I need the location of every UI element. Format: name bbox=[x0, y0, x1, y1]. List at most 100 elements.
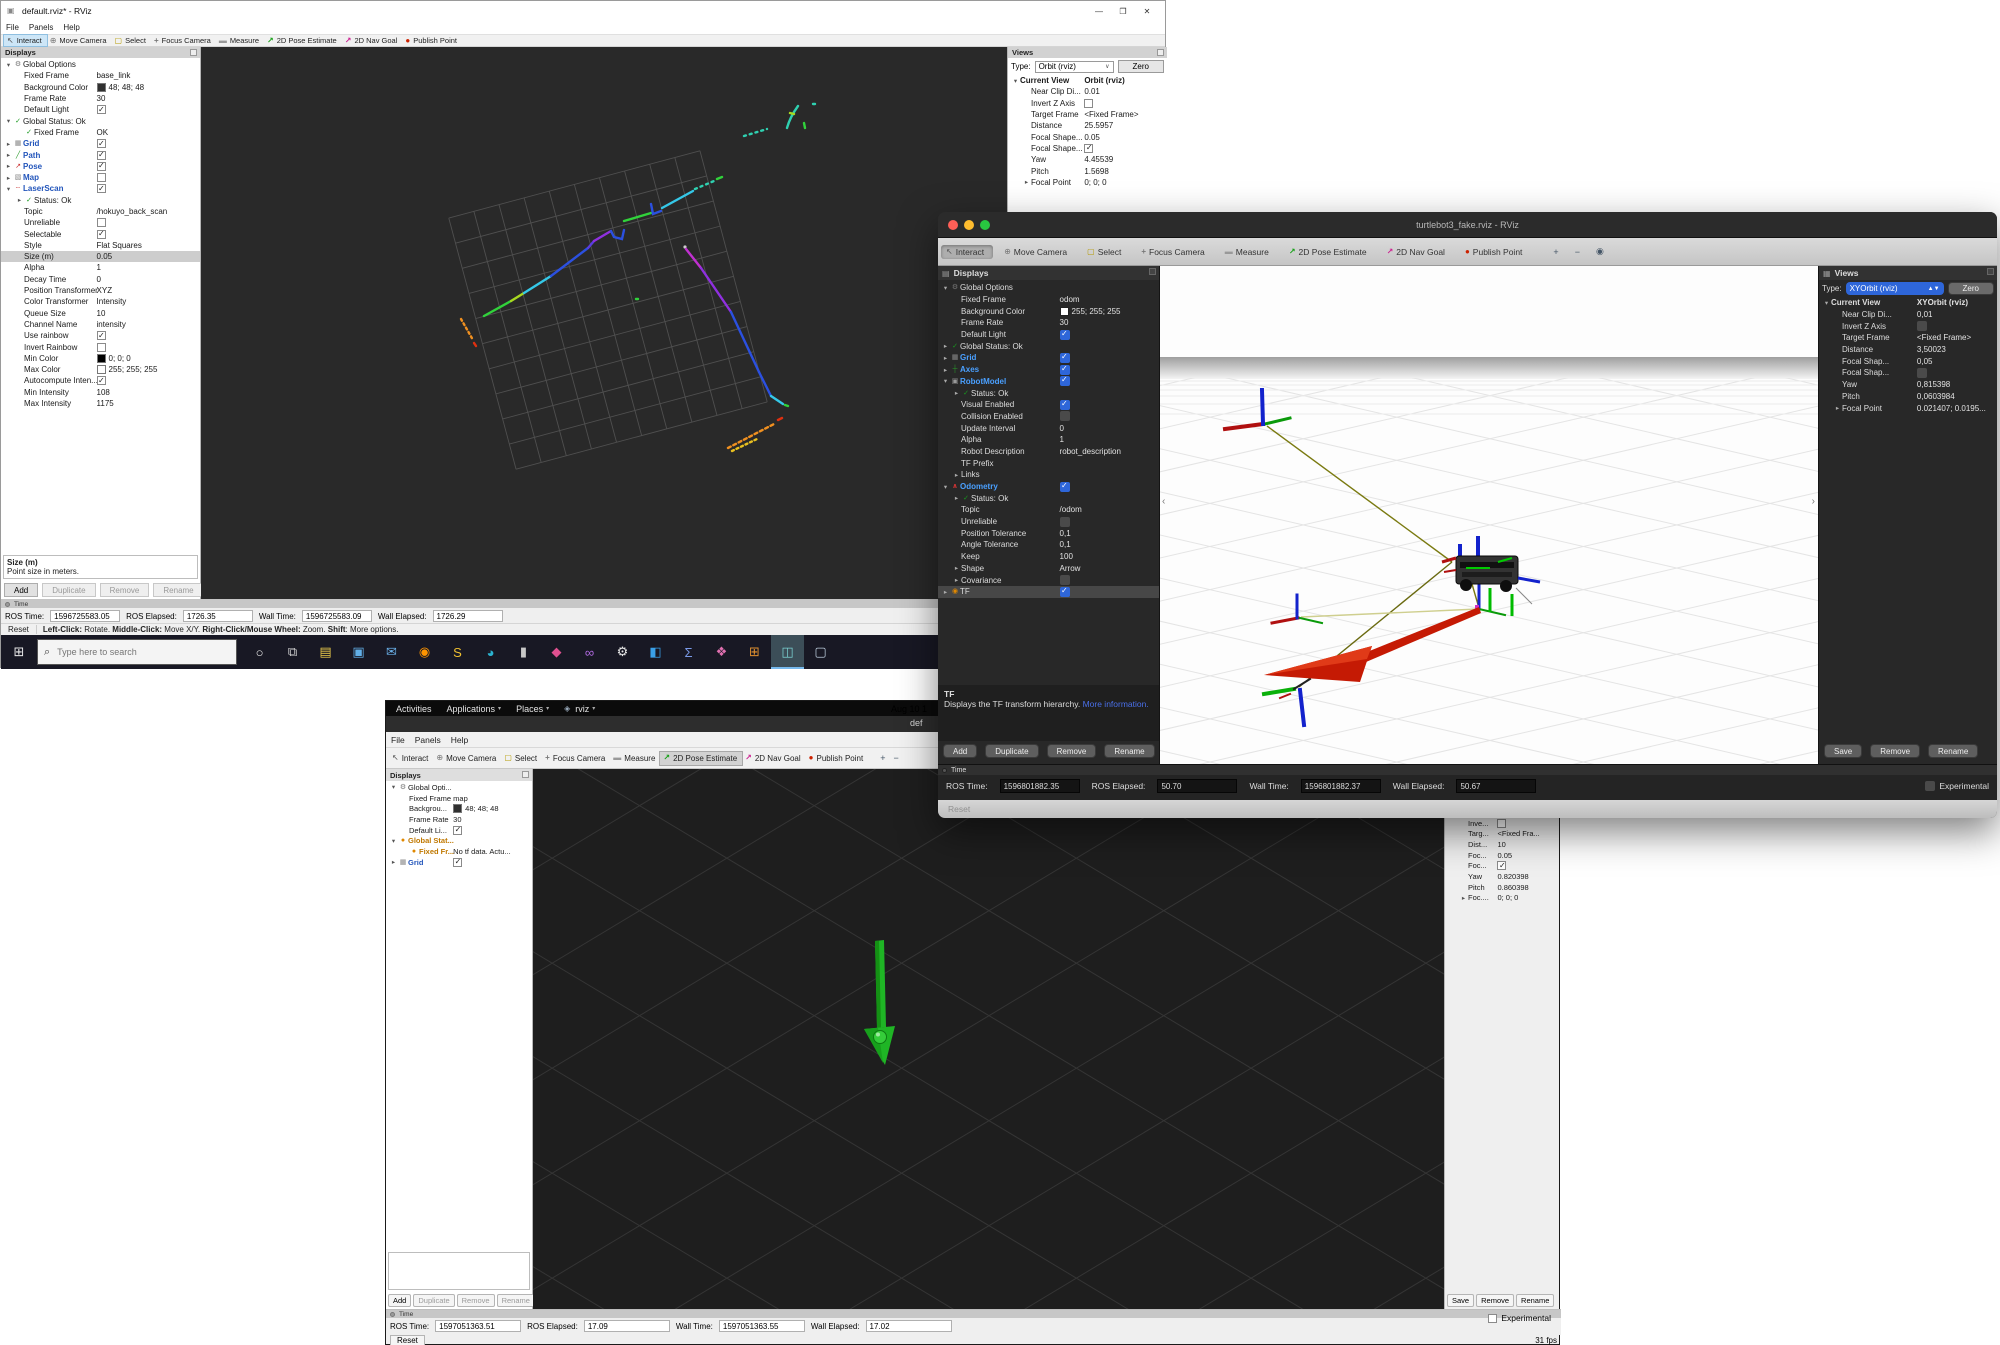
checkbox[interactable] bbox=[1060, 400, 1070, 410]
property-row[interactable]: ▸Foc....0; 0; 0 bbox=[1445, 893, 1559, 904]
expander-icon[interactable]: ▸ bbox=[4, 174, 13, 182]
tool-2d-pose-estimate[interactable]: 2D Pose Estimate bbox=[660, 752, 742, 765]
topbar-applications[interactable]: Applications bbox=[447, 704, 502, 714]
tool-publish-point[interactable]: Publish Point bbox=[806, 752, 869, 765]
property-row[interactable]: Distance3,50023 bbox=[1819, 344, 1997, 356]
reset-button[interactable]: Reset bbox=[948, 804, 970, 814]
store-icon[interactable]: ▣ bbox=[342, 635, 375, 669]
menu-help[interactable]: Help bbox=[451, 735, 468, 745]
3d-viewport-pose[interactable] bbox=[533, 769, 1446, 1309]
wall-time-value[interactable]: 1597051363.55 bbox=[719, 1320, 805, 1332]
expander-icon[interactable]: ▸ bbox=[1022, 178, 1031, 186]
property-row[interactable]: Invert Rainbow bbox=[1, 341, 200, 352]
property-value[interactable]: Flat Squares bbox=[97, 241, 142, 250]
property-row[interactable]: Use rainbow bbox=[1, 330, 200, 341]
property-value[interactable]: Intensity bbox=[97, 297, 127, 306]
checkbox[interactable] bbox=[1060, 353, 1070, 363]
property-row[interactable]: ▸Status: Ok bbox=[1, 195, 200, 206]
property-row[interactable]: Distance25.5957 bbox=[1008, 120, 1167, 131]
property-value[interactable]: 0,0603984 bbox=[1917, 392, 1955, 401]
checkbox[interactable] bbox=[1084, 144, 1093, 153]
property-row[interactable]: ▾Global Options bbox=[938, 282, 1159, 294]
menu-panels[interactable]: Panels bbox=[415, 735, 441, 745]
property-value[interactable]: 10 bbox=[1497, 840, 1505, 849]
expander-icon[interactable]: ▸ bbox=[952, 576, 961, 584]
property-row[interactable]: Invert Z Axis bbox=[1819, 320, 1997, 332]
property-row[interactable]: Default Light bbox=[938, 329, 1159, 341]
property-value[interactable]: 0,01 bbox=[1917, 310, 1933, 319]
add-button[interactable]: Add bbox=[4, 583, 38, 597]
property-row[interactable]: ▾Global Status: Ok bbox=[1, 115, 200, 126]
property-row[interactable]: ▾Global Stat... bbox=[386, 835, 532, 846]
search-input[interactable] bbox=[55, 646, 205, 658]
tool-interact[interactable]: Interact bbox=[389, 752, 433, 765]
ros-time-value[interactable]: 1597051363.51 bbox=[435, 1320, 521, 1332]
property-value[interactable]: odom bbox=[1060, 295, 1080, 304]
views-panel-header[interactable]: Views bbox=[1008, 47, 1167, 58]
property-value[interactable]: 10 bbox=[97, 309, 106, 318]
expander-icon[interactable]: ▾ bbox=[941, 483, 950, 491]
property-row[interactable]: Robot Descriptionrobot_description bbox=[938, 446, 1159, 458]
remove-button[interactable]: Remove bbox=[457, 1294, 495, 1307]
property-row[interactable]: ▸Map bbox=[1, 172, 200, 183]
add-button[interactable]: Add bbox=[388, 1294, 411, 1307]
property-row[interactable]: Decay Time0 bbox=[1, 274, 200, 285]
expander-icon[interactable]: ▸ bbox=[1833, 404, 1842, 412]
panel-float-button[interactable] bbox=[1149, 268, 1156, 275]
property-row[interactable]: Max Intensity1175 bbox=[1, 398, 200, 409]
property-row[interactable]: Min Intensity108 bbox=[1, 387, 200, 398]
zoom-button[interactable] bbox=[980, 220, 990, 230]
more-information-link[interactable]: More information. bbox=[1083, 699, 1149, 709]
property-value[interactable]: 0 bbox=[97, 275, 101, 284]
property-row[interactable]: Fixed Framebase_link bbox=[1, 70, 200, 81]
ros-elapsed-value[interactable]: 17.09 bbox=[584, 1320, 670, 1332]
menu-file[interactable]: File bbox=[6, 23, 19, 32]
property-value[interactable]: 0 bbox=[1060, 424, 1064, 433]
view-type-dropdown[interactable]: Orbit (rviz) ∨ bbox=[1035, 61, 1114, 73]
property-row[interactable]: Alpha1 bbox=[1, 262, 200, 273]
property-value[interactable]: 48; 48; 48 bbox=[465, 804, 498, 813]
remove-button[interactable]: Remove bbox=[100, 583, 150, 597]
property-row[interactable]: Selectable bbox=[1, 228, 200, 239]
remove-button[interactable]: Remove bbox=[1476, 1294, 1514, 1307]
ros-elapsed-value[interactable]: 50.70 bbox=[1157, 779, 1237, 793]
tool-select[interactable]: Select bbox=[112, 35, 151, 46]
property-value[interactable]: 4.45539 bbox=[1084, 155, 1113, 164]
checkbox[interactable] bbox=[1060, 376, 1070, 386]
tool-publish-point[interactable]: Publish Point bbox=[402, 35, 462, 46]
property-row[interactable]: ▸Focal Point0; 0; 0 bbox=[1008, 177, 1167, 188]
wall-time-value[interactable]: 1596801882.37 bbox=[1301, 779, 1381, 793]
color-swatch[interactable] bbox=[1060, 307, 1069, 316]
topbar-app-menu[interactable]: rviz bbox=[564, 704, 595, 714]
remove-button[interactable]: Remove bbox=[1870, 744, 1920, 758]
property-value[interactable]: robot_description bbox=[1060, 447, 1121, 456]
wall-elapsed-value[interactable]: 1726.29 bbox=[433, 610, 503, 622]
tool-move-camera[interactable]: Move Camera bbox=[433, 752, 501, 765]
visual-studio-icon[interactable]: ∞ bbox=[573, 635, 606, 669]
sigma-icon[interactable]: Σ bbox=[672, 635, 705, 669]
property-row[interactable]: Background Color48; 48; 48 bbox=[1, 82, 200, 93]
expander-icon[interactable]: ▾ bbox=[1011, 77, 1020, 85]
property-row[interactable]: Topic/hokuyo_back_scan bbox=[1, 206, 200, 217]
checkbox[interactable] bbox=[97, 184, 106, 193]
zero-button[interactable]: Zero bbox=[1118, 60, 1164, 73]
property-row[interactable]: ▸Focal Point0.021407; 0.0195... bbox=[1819, 402, 1997, 414]
edge-icon[interactable]: ◕ bbox=[474, 635, 507, 669]
property-value[interactable]: 100 bbox=[1060, 552, 1073, 561]
property-row[interactable]: Min Color0; 0; 0 bbox=[1, 353, 200, 364]
property-value[interactable]: 30 bbox=[453, 815, 461, 824]
property-value[interactable]: 0.021407; 0.0195... bbox=[1917, 404, 1986, 413]
property-row[interactable]: Target Frame<Fixed Frame> bbox=[1819, 332, 1997, 344]
property-row[interactable]: ▸Status: Ok bbox=[938, 492, 1159, 504]
view-type-dropdown[interactable]: XYOrbit (rviz) ▲▼ bbox=[1846, 282, 1944, 295]
property-value[interactable]: 0; 0; 0 bbox=[1497, 893, 1518, 902]
property-row[interactable]: Autocompute Inten... bbox=[1, 375, 200, 386]
tool-select[interactable]: Select bbox=[501, 752, 542, 765]
panel-float-button[interactable] bbox=[1987, 268, 1994, 275]
checkbox[interactable] bbox=[97, 162, 106, 171]
expander-icon[interactable]: ▸ bbox=[4, 140, 13, 148]
property-value[interactable]: Arrow bbox=[1060, 564, 1081, 573]
color-swatch[interactable] bbox=[453, 804, 462, 813]
property-value[interactable]: 0; 0; 0 bbox=[1084, 178, 1106, 187]
property-row[interactable]: ▾RobotModel bbox=[938, 376, 1159, 388]
